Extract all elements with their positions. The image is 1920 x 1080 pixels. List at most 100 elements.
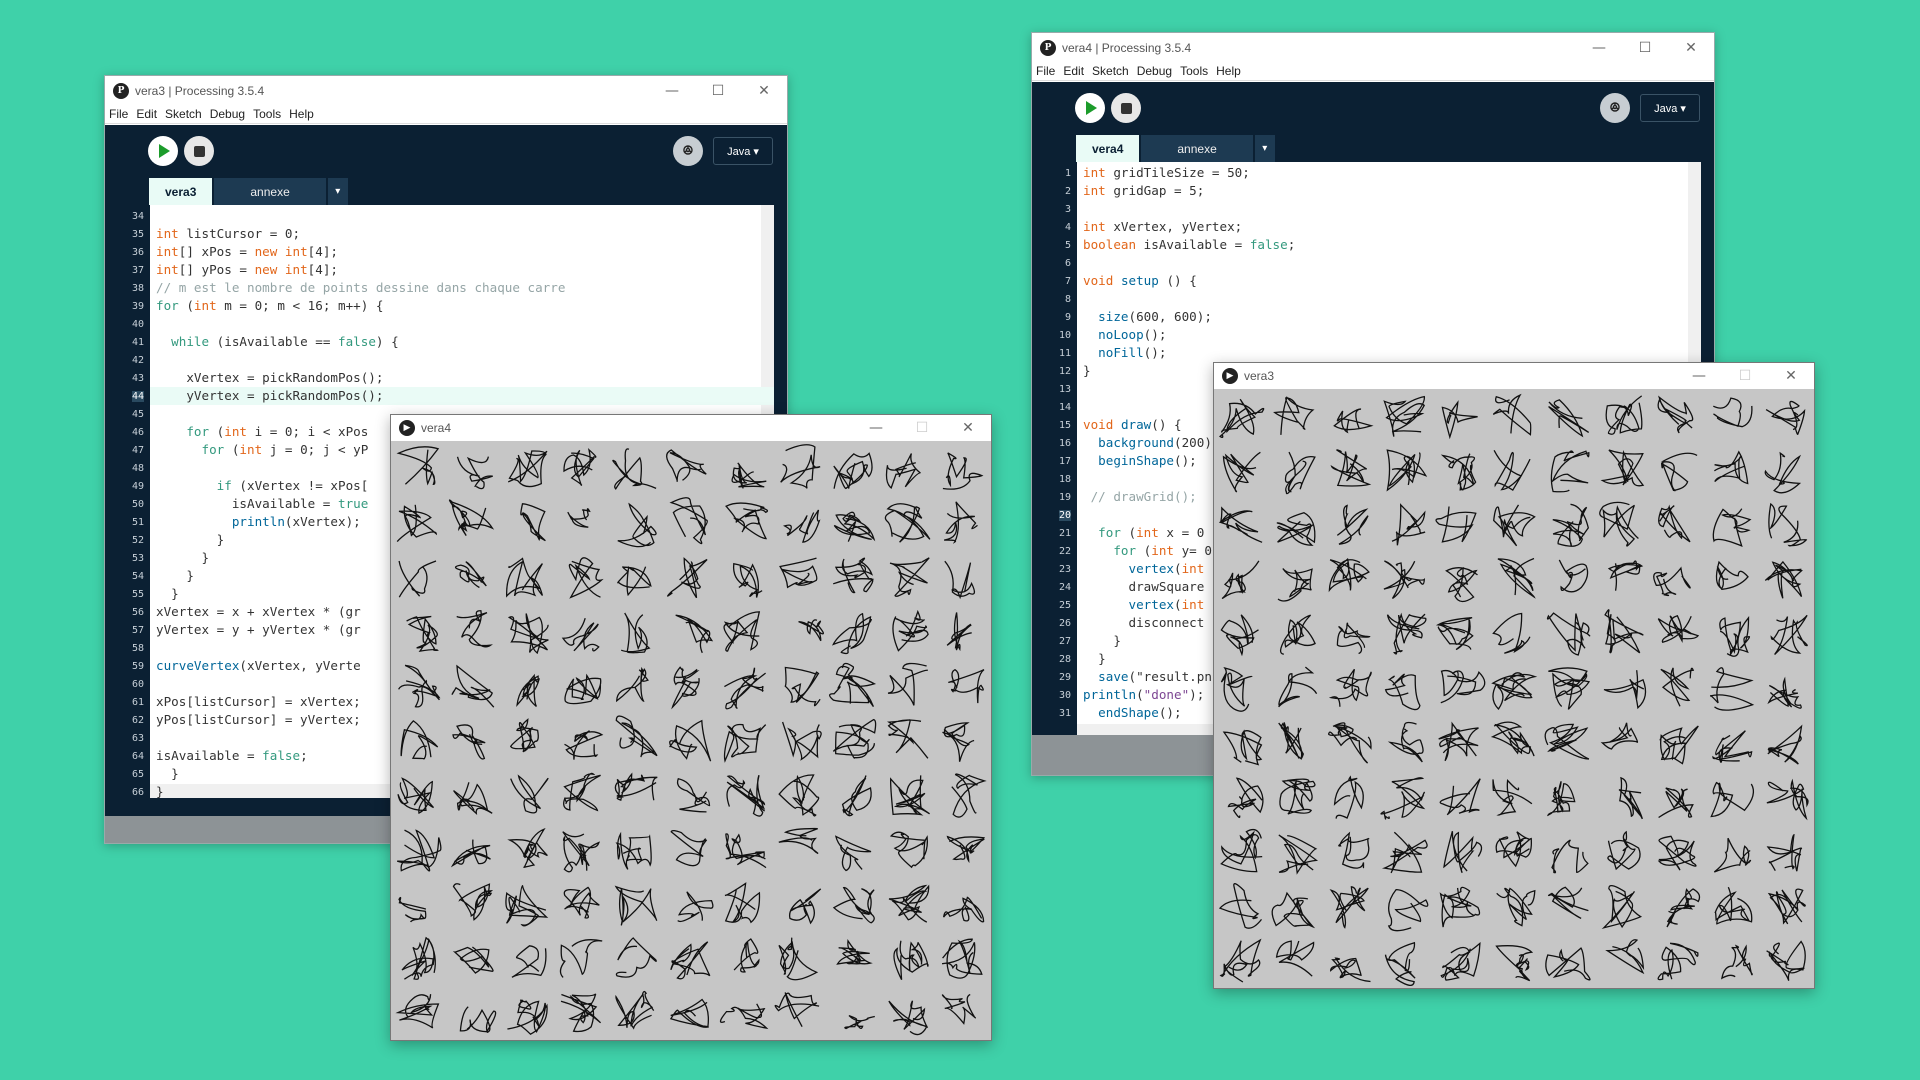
code-line: println("done"); (1083, 687, 1205, 702)
scribble-cell (778, 774, 820, 817)
code-line: yVertex = pickRandomPos(); (150, 387, 774, 405)
maximize-icon[interactable]: ☐ (695, 76, 741, 105)
run-button[interactable] (148, 136, 178, 166)
scribble-cell (1495, 945, 1534, 982)
scribble-cell (1544, 723, 1590, 760)
sketch-canvas[interactable] (391, 441, 991, 1040)
title-bar[interactable]: P vera4 | Processing 3.5.4 — ☐ ✕ (1032, 33, 1714, 62)
scribble-cell (1658, 787, 1694, 819)
code-line: int[] xPos = new int[4]; (156, 244, 339, 259)
line-number: 22 (1058, 546, 1071, 557)
line-number: 35 (131, 229, 144, 240)
close-icon[interactable]: ✕ (945, 415, 991, 441)
scribble-cell (615, 715, 658, 758)
scribble-cell (1766, 778, 1809, 821)
code-line: void draw() { (1083, 417, 1182, 432)
title-bar[interactable]: ▶ vera3 — ☐ ✕ (1214, 363, 1814, 389)
scribble-cell (1218, 883, 1263, 929)
menu-help[interactable]: Help (289, 107, 314, 121)
scribble-cell (778, 937, 819, 981)
scribble-cell (1497, 557, 1536, 599)
code-line: println(xVertex); (231, 514, 361, 529)
scribble-cell (1383, 395, 1426, 437)
scribble-cell (563, 886, 600, 919)
scribble-cell (459, 1006, 497, 1033)
scribble-cell (505, 884, 549, 927)
line-number: 63 (131, 733, 144, 744)
scribble-cell (780, 444, 821, 489)
scribble-cell (1766, 940, 1806, 981)
line-number: 4 (1064, 222, 1071, 233)
line-number: 65 (131, 769, 144, 780)
line-number: 56 (131, 607, 144, 618)
mode-select[interactable]: Java ▾ (1640, 94, 1700, 122)
menu-edit[interactable]: Edit (136, 107, 157, 121)
menu-sketch[interactable]: Sketch (1092, 64, 1129, 78)
menu-edit[interactable]: Edit (1063, 64, 1084, 78)
maximize-icon: ☐ (915, 420, 929, 436)
scribble-cell (1273, 396, 1315, 435)
menu-tools[interactable]: Tools (253, 107, 281, 121)
scribble-cell (1492, 393, 1532, 436)
scribble-cell (942, 452, 984, 490)
line-number: 59 (131, 661, 144, 672)
close-icon[interactable]: ✕ (741, 76, 787, 105)
line-number: 25 (1058, 600, 1071, 611)
scribble-cell (1657, 615, 1700, 644)
sketch-window-vera3[interactable]: ▶ vera3 — ☐ ✕ (1213, 362, 1815, 989)
code-line: for (int j = 0; j < yP (201, 442, 369, 457)
code-line: boolean isAvailable = false; (1083, 237, 1296, 252)
tab-annexe[interactable]: annexe (1141, 135, 1253, 162)
line-number: 12 (1058, 366, 1071, 377)
sketch-window-vera4[interactable]: ▶ vera4 — ☐ ✕ (390, 414, 992, 1041)
scribble-cell (666, 557, 708, 599)
scribble-cell (1550, 450, 1590, 493)
scribble-cell (1384, 673, 1421, 711)
stop-button[interactable] (184, 136, 214, 166)
menu-file[interactable]: File (1036, 64, 1055, 78)
menu-sketch[interactable]: Sketch (165, 107, 202, 121)
close-icon[interactable]: ✕ (1668, 33, 1714, 62)
scribble-cell (942, 896, 985, 923)
minimize-icon[interactable]: — (1676, 363, 1722, 389)
debug-button[interactable]: ꔮ (1600, 93, 1630, 123)
maximize-icon[interactable]: ☐ (1622, 33, 1668, 62)
menu-debug[interactable]: Debug (1137, 64, 1172, 78)
mode-select[interactable]: Java ▾ (713, 137, 773, 165)
minimize-icon[interactable]: — (1576, 33, 1622, 62)
sketch-canvas[interactable] (1214, 389, 1814, 988)
scribble-cell (506, 557, 544, 598)
scribble-cell (1333, 408, 1374, 434)
title-bar[interactable]: ▶ vera4 — ☐ ✕ (391, 415, 991, 441)
menu-debug[interactable]: Debug (210, 107, 245, 121)
stop-button[interactable] (1111, 93, 1141, 123)
menu-tools[interactable]: Tools (1180, 64, 1208, 78)
code-line: yVertex = y + yVertex * (gr (156, 622, 361, 637)
menu-help[interactable]: Help (1216, 64, 1241, 78)
debug-button[interactable]: ꔮ (673, 136, 703, 166)
tab-annexe[interactable]: annexe (214, 178, 326, 205)
minimize-icon[interactable]: — (649, 76, 695, 105)
scribble-cell (1546, 612, 1591, 656)
tab-menu-chevron-icon[interactable]: ▾ (1254, 135, 1275, 162)
tab-vera4[interactable]: vera4 (1076, 135, 1140, 162)
title-bar[interactable]: P vera3 | Processing 3.5.4 — ☐ ✕ (105, 76, 787, 105)
close-icon[interactable]: ✕ (1768, 363, 1814, 389)
scribble-grid (396, 444, 987, 1036)
scribble-cell (951, 773, 987, 818)
menu-file[interactable]: File (109, 107, 128, 121)
play-icon (159, 144, 170, 158)
tab-menu-chevron-icon[interactable]: ▾ (327, 178, 348, 205)
scribble-cell (1333, 775, 1364, 819)
scribble-cell (1710, 781, 1755, 818)
tab-vera3[interactable]: vera3 (149, 178, 213, 205)
scribble-cell (1440, 669, 1486, 704)
scribble-cell (1435, 506, 1477, 543)
run-button[interactable] (1075, 93, 1105, 123)
scribble-cell (886, 719, 929, 759)
code-line: xPos[listCursor] = xVertex; (156, 694, 361, 709)
line-number: 66 (131, 787, 144, 798)
scribble-cell (1338, 831, 1370, 869)
minimize-icon[interactable]: — (853, 415, 899, 441)
scribble-cell (1764, 560, 1803, 599)
